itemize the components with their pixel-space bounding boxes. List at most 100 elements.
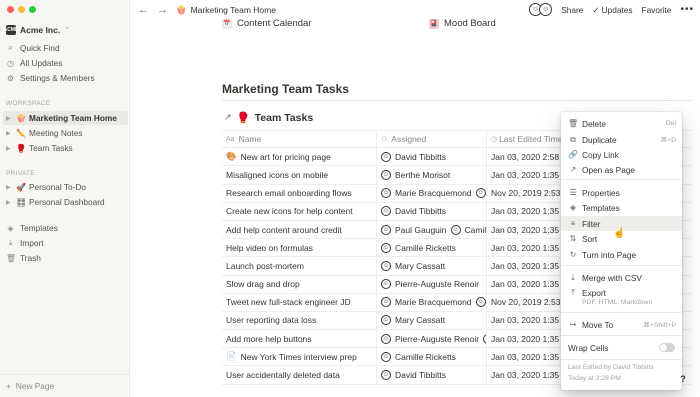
breadcrumb[interactable]: 🍿 Marketing Team Home <box>176 5 276 16</box>
cell-assigned[interactable]: ☺Pierre-Auguste Renoir☺P <box>377 330 487 348</box>
close-window-button[interactable] <box>7 6 14 13</box>
cell-name[interactable]: User reporting data loss <box>222 311 377 330</box>
avatar: ☺ <box>381 279 391 290</box>
expand-triangle-icon[interactable]: ▶ <box>6 115 13 122</box>
favorite-button[interactable]: Favorite <box>642 5 672 15</box>
private-section-label: PRIVATE <box>6 170 35 177</box>
sidebar-page-personal-dashboard[interactable]: ▶ 🎛 Personal Dashboard <box>3 195 128 209</box>
menu-item-merge-csv[interactable]: ⤓ Merge with CSV <box>561 270 682 285</box>
maximize-window-button[interactable] <box>29 6 36 13</box>
help-button[interactable]: ? <box>676 372 690 386</box>
divider <box>0 374 130 375</box>
cell-name[interactable]: User accidentally deleted data <box>222 366 377 384</box>
forward-arrow-icon[interactable]: → <box>157 4 168 16</box>
cell-assigned[interactable]: ☺Marie Bracquemond☺E <box>377 184 487 202</box>
back-arrow-icon[interactable]: ← <box>138 4 149 16</box>
context-menu: PDF, HTML, Markdown Last Edited by David… <box>561 112 682 390</box>
task-name: Misaligned icons on mobile <box>226 169 329 180</box>
cell-assigned[interactable]: ☺ David Tibbitts <box>377 202 487 220</box>
cell-assigned[interactable]: ☺ Mary Cassatt <box>377 311 487 330</box>
menu-item-open-as-page[interactable]: ↗ Open as Page <box>561 162 682 177</box>
share-button[interactable]: Share <box>561 5 583 15</box>
menu-item-delete[interactable]: 🗑 Delete Del <box>561 116 682 131</box>
expand-triangle-icon[interactable]: ▶ <box>6 184 13 191</box>
menu-item-templates[interactable]: ◈ Templates <box>561 200 682 215</box>
expand-triangle-icon[interactable]: ▶ <box>6 130 13 137</box>
database-title[interactable]: ↗ 🥊 Team Tasks <box>224 111 313 125</box>
new-page-button[interactable]: + New Page <box>6 381 54 391</box>
avatar: ☺ <box>381 333 391 344</box>
menu-item-properties[interactable]: ☰ Properties <box>561 185 682 200</box>
cell-assigned[interactable]: ☺ Pierre-Auguste Renoir <box>377 275 487 293</box>
link-icon: 🔗 <box>568 150 578 159</box>
sidebar-item-label: All Updates <box>20 58 63 68</box>
sidebar-item-quick-find[interactable]: ⌕ Quick Find <box>6 41 124 55</box>
menu-item-duplicate[interactable]: ⧉ Duplicate ⌘+D <box>561 132 682 147</box>
assignee-name: Mary Cassatt <box>395 315 446 326</box>
sidebar-item-trash[interactable]: 🗑 Trash <box>6 251 124 265</box>
cell-name[interactable]: Launch post-mortem <box>222 257 377 275</box>
sidebar-page-team-tasks[interactable]: ▶ 🥊 Team Tasks <box>3 141 128 155</box>
workspace-switcher[interactable]: ACME Acme Inc. ⌃ <box>4 25 70 35</box>
templates-icon: ◈ <box>7 223 14 233</box>
breadcrumb-title: Marketing Team Home <box>190 5 276 15</box>
workspace-section-label: WORKSPACE <box>6 100 51 107</box>
cell-assigned[interactable]: ☺ Camille Ricketts <box>377 348 487 366</box>
updates-button[interactable]: ✓ Updates <box>592 5 632 15</box>
cell-assigned[interactable]: ☺Marie Bracquemond☺C <box>377 293 487 311</box>
link-mood-board[interactable]: 🎴 Mood Board <box>429 18 496 29</box>
last-edited-by: Last Edited by David Tibbitts <box>568 364 654 371</box>
cell-name[interactable]: Help video on formulas <box>222 239 377 257</box>
link-content-calendar[interactable]: 📅 Content Calendar <box>222 18 311 29</box>
cell-name[interactable]: Add help content around credit <box>222 220 377 239</box>
workspace-name: Acme Inc. <box>20 25 61 35</box>
cell-assigned[interactable]: ☺ David Tibbitts <box>377 366 487 384</box>
cell-name[interactable]: Slow drag and drop <box>222 275 377 293</box>
more-options-icon[interactable]: ••• <box>680 4 694 15</box>
assignee-name: Paul Gauguin <box>395 224 447 235</box>
cell-name[interactable]: Research email onboarding flows <box>222 184 377 202</box>
column-label: Name <box>238 134 262 145</box>
menu-divider <box>561 265 682 266</box>
cell-name[interactable]: Tweet new full-stack engineer JD <box>222 293 377 311</box>
sidebar-item-import[interactable]: ⤓ Import <box>6 236 124 250</box>
merge-icon: ⤓ <box>571 272 575 282</box>
cell-assigned[interactable]: ☺ Camille Ricketts <box>377 239 487 257</box>
menu-item-turn-into-page[interactable]: ↻ Turn into Page <box>561 247 682 262</box>
menu-item-label: Turn into Page <box>582 249 637 260</box>
collaborator-avatars[interactable]: ☺ ☺ <box>529 3 553 16</box>
cell-name[interactable]: Create new icons for help content <box>222 202 377 220</box>
minimize-window-button[interactable] <box>18 6 25 13</box>
cell-assigned[interactable]: ☺ David Tibbitts <box>377 148 487 166</box>
column-header-name[interactable]: Aa Name <box>222 131 377 148</box>
sidebar-item-label: Meeting Notes <box>29 128 83 138</box>
cell-assigned[interactable]: ☺ Berthe Morisot <box>377 166 487 184</box>
assignee-name: Marie Bracquemond <box>395 188 472 199</box>
sidebar-page-marketing-team-home[interactable]: ▶ 🍿 Marketing Team Home <box>3 111 128 125</box>
sidebar-item-all-updates[interactable]: ◷ All Updates <box>6 56 124 70</box>
cell-assigned[interactable]: ☺ Mary Cassatt <box>377 257 487 275</box>
sidebar-page-meeting-notes[interactable]: ▶ ✏️ Meeting Notes <box>3 126 128 140</box>
cell-name[interactable]: 📄 New York Times interview prep <box>222 348 377 366</box>
expand-triangle-icon[interactable]: ▶ <box>6 199 13 206</box>
menu-item-wrap-cells[interactable]: Wrap Cells <box>561 340 682 355</box>
import-icon: ⤓ <box>8 238 13 247</box>
sidebar-item-label: Team Tasks <box>29 143 73 153</box>
cell-name[interactable]: Add more help buttons <box>222 330 377 348</box>
sidebar-item-settings-members[interactable]: ⚙ Settings & Members <box>6 71 124 85</box>
sidebar-page-personal-to-do[interactable]: ▶ 🚀 Personal To-Do <box>3 180 128 194</box>
expand-triangle-icon[interactable]: ▶ <box>6 145 13 152</box>
avatar: ☺ <box>381 260 391 271</box>
sidebar-item-templates[interactable]: ◈ Templates <box>6 221 124 235</box>
section-heading: Marketing Team Tasks <box>222 82 349 96</box>
cell-name[interactable]: Misaligned icons on mobile <box>222 166 377 184</box>
menu-item-copy-link[interactable]: 🔗 Copy Link <box>561 147 682 162</box>
menu-item-export[interactable]: ⤒ Export <box>561 285 682 300</box>
cell-assigned[interactable]: ☺Paul Gauguin☺Camille <box>377 220 487 239</box>
open-arrow-icon[interactable]: ↗ <box>224 112 232 123</box>
cell-name[interactable]: 🎨 New art for pricing page <box>222 148 377 166</box>
export-icon: ⤒ <box>571 287 575 297</box>
column-header-assigned[interactable]: ⚇ Assigned <box>377 131 487 148</box>
updates-label: Updates <box>601 4 633 15</box>
menu-item-move-to[interactable]: ↪ Move To ⌘+Shift+P <box>561 317 682 332</box>
